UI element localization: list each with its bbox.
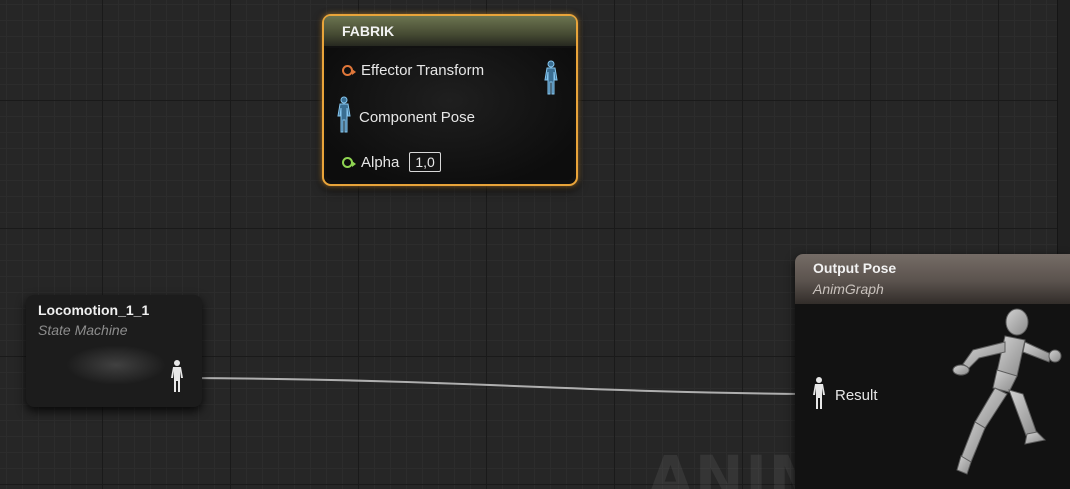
fabrik-node-header[interactable]: FABRIK: [324, 16, 576, 46]
effector-transform-pin-row[interactable]: Effector Transform: [342, 62, 484, 79]
locomotion-node-subtitle: State Machine: [38, 322, 128, 338]
locomotion-state-machine-node[interactable]: Locomotion_1_1 State Machine: [26, 295, 202, 407]
anim-graph-canvas[interactable]: ANIMATION FABRIK Effector Transform: [0, 0, 1070, 489]
locomotion-node-title: Locomotion_1_1: [38, 302, 150, 318]
pose-input-pin-icon[interactable]: [337, 96, 351, 138]
alpha-value-input[interactable]: 1,0: [409, 152, 441, 172]
fabrik-node-body: Effector Transform Component Pose Alpha …: [326, 48, 574, 180]
alpha-pin-row[interactable]: Alpha 1,0: [342, 152, 441, 172]
output-pose-title: Output Pose: [813, 260, 897, 276]
pose-output-pin-icon[interactable]: [171, 359, 183, 398]
result-pin-row[interactable]: Result: [813, 376, 878, 414]
result-label: Result: [835, 386, 878, 404]
transform-pin-icon[interactable]: [342, 65, 356, 76]
effector-transform-label: Effector Transform: [361, 62, 485, 79]
pose-input-pin-icon[interactable]: [813, 376, 825, 414]
running-mannequin-icon: [913, 304, 1063, 484]
float-pin-icon[interactable]: [342, 156, 356, 168]
output-pose-header[interactable]: Output Pose AnimGraph: [795, 254, 1070, 304]
node-preview-glow: [66, 345, 166, 385]
output-pose-node[interactable]: Output Pose AnimGraph Result: [795, 254, 1070, 489]
fabrik-node-title: FABRIK: [342, 23, 395, 39]
fabrik-node[interactable]: FABRIK Effector Transform Component Pose…: [322, 14, 578, 186]
pose-output-pin-icon[interactable]: [544, 60, 558, 101]
component-pose-label: Component Pose: [359, 108, 475, 126]
output-pose-subtitle: AnimGraph: [813, 281, 884, 297]
alpha-label: Alpha: [361, 153, 400, 171]
component-pose-pin-row[interactable]: Component Pose: [337, 96, 475, 138]
